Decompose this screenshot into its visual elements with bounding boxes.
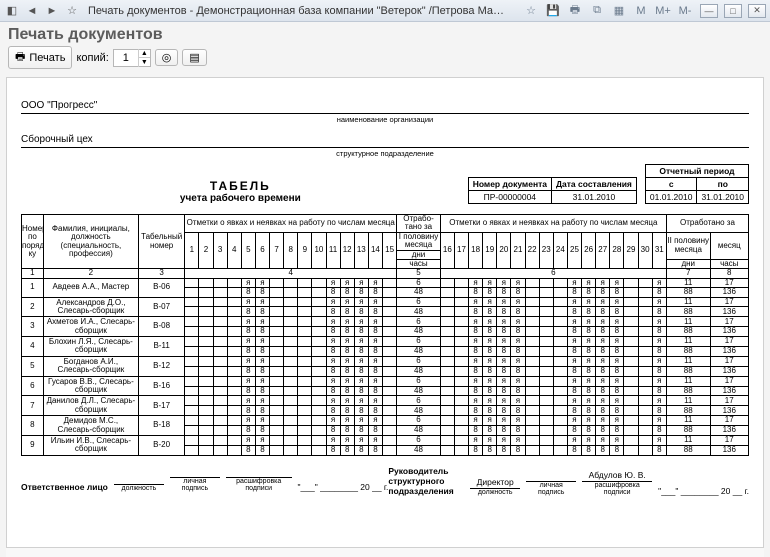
table-icon: ▤ — [189, 51, 199, 64]
save-icon[interactable]: 💾 — [544, 3, 562, 19]
print-icon[interactable]: 🖶 — [566, 3, 584, 19]
window-title: Печать документов - Демонстрационная баз… — [88, 5, 508, 17]
head-name: Абдулов Ю. В. — [582, 470, 652, 482]
org-caption: наименование организации — [21, 115, 749, 124]
resp-date: "___" ________ 20 __ г. — [298, 482, 389, 492]
name-caption: расшифровка подписи — [226, 478, 292, 492]
print-button[interactable]: 🖶 Печать — [8, 46, 72, 69]
forward-icon[interactable]: ► — [44, 3, 60, 19]
minimize-button[interactable]: — — [700, 4, 718, 18]
back-icon[interactable]: ◄ — [24, 3, 40, 19]
doc-subtitle: учета рабочего времени — [21, 193, 460, 204]
table-row: 1Авдеев А.А., МастерВ-06яяяяяя6яяяяяяяяя… — [22, 278, 749, 287]
mminus-icon[interactable]: M- — [676, 3, 694, 19]
favorite-icon[interactable]: ☆ — [522, 3, 540, 19]
pos-caption: должность — [114, 485, 164, 492]
print-button-label: Печать — [29, 52, 65, 64]
preview-icon: ◎ — [162, 51, 172, 64]
table-row: 3Ахметов И.А., Слесарь-сборщикВ-08яяяяяя… — [22, 317, 749, 327]
head-pos: Директор — [470, 477, 520, 489]
m-icon[interactable]: M — [632, 3, 650, 19]
org-name: ООО "Прогресс" — [21, 100, 749, 114]
copies-input[interactable] — [114, 51, 138, 65]
table-row: 2Александров Д.О., Слесарь-сборщикВ-07яя… — [22, 297, 749, 307]
period-to-header: по — [697, 178, 749, 191]
period-to: 31.01.2010 — [697, 191, 749, 204]
table-row: 7Данилов Д.Л., Слесарь-сборщикВ-17яяяяяя… — [22, 396, 749, 406]
head-date: "___" ________ 20 __ г. — [658, 486, 749, 496]
meta-num: ПР-00000004 — [468, 191, 551, 204]
toolbar: 🖶 Печать копий: ▲ ▼ ◎ ▤ — [8, 46, 762, 69]
period-from-header: с — [645, 178, 697, 191]
copies-spinner[interactable]: ▲ ▼ — [113, 49, 151, 67]
resp-label: Ответственное лицо — [21, 482, 108, 492]
meta-num-header: Номер документа — [468, 178, 551, 191]
mplus-icon[interactable]: M+ — [654, 3, 672, 19]
app-icon: ◧ — [4, 3, 20, 19]
table-row: 6Гусаров В.В., Слесарь-сборщикВ-16яяяяяя… — [22, 376, 749, 386]
star-icon[interactable]: ☆ — [64, 3, 80, 19]
document-preview[interactable]: ООО "Прогресс" наименование организации … — [6, 77, 764, 555]
meta-date-header: Дата составления — [551, 178, 636, 191]
period-header: Отчетный период — [645, 165, 748, 178]
sig-caption: личная подпись — [170, 478, 220, 492]
meta-date: 31.01.2010 — [551, 191, 636, 204]
history-icon[interactable]: ⧉ — [588, 3, 606, 19]
period-from: 01.01.2010 — [645, 191, 697, 204]
close-button[interactable]: ✕ — [748, 4, 766, 18]
doc-title: ТАБЕЛЬ — [21, 179, 460, 193]
table-row: 5Богданов А.И., Слесарь-сборщикВ-12яяяяя… — [22, 356, 749, 366]
table-row: 9Ильин И.В., Слесарь-сборщикВ-20яяяяяя6я… — [22, 435, 749, 445]
table-row: 8Демидов М.С., Слесарь-сборщикВ-18яяяяяя… — [22, 416, 749, 426]
dept-caption: структурное подразделение — [21, 149, 749, 158]
dept-name: Сборочный цех — [21, 134, 749, 148]
printer-icon: 🖶 — [15, 48, 25, 67]
window-titlebar: ◧ ◄ ► ☆ Печать документов - Демонстрацио… — [0, 0, 770, 22]
settings-button[interactable]: ▤ — [182, 49, 206, 66]
timesheet-table: Номер по поряд-куФамилия, инициалы, долж… — [21, 214, 749, 456]
table-row: 4Блохин Л.Я., Слесарь-сборщикВ-11яяяяяя6… — [22, 337, 749, 347]
page-title: Печать документов — [8, 26, 762, 44]
calc-icon[interactable]: ▦ — [610, 3, 628, 19]
preview-button[interactable]: ◎ — [155, 49, 179, 66]
copies-label: копий: — [76, 52, 108, 64]
spinner-down-icon[interactable]: ▼ — [138, 58, 150, 67]
spinner-up-icon[interactable]: ▲ — [138, 49, 150, 58]
doc-meta-table: Номер документа Дата составления ПР-0000… — [468, 177, 637, 204]
maximize-button[interactable]: □ — [724, 4, 742, 18]
status-ruler — [6, 547, 764, 557]
head-label: Руководитель структурного подразделения — [388, 466, 464, 496]
period-meta-table: Отчетный период с по 01.01.2010 31.01.20… — [645, 164, 749, 204]
